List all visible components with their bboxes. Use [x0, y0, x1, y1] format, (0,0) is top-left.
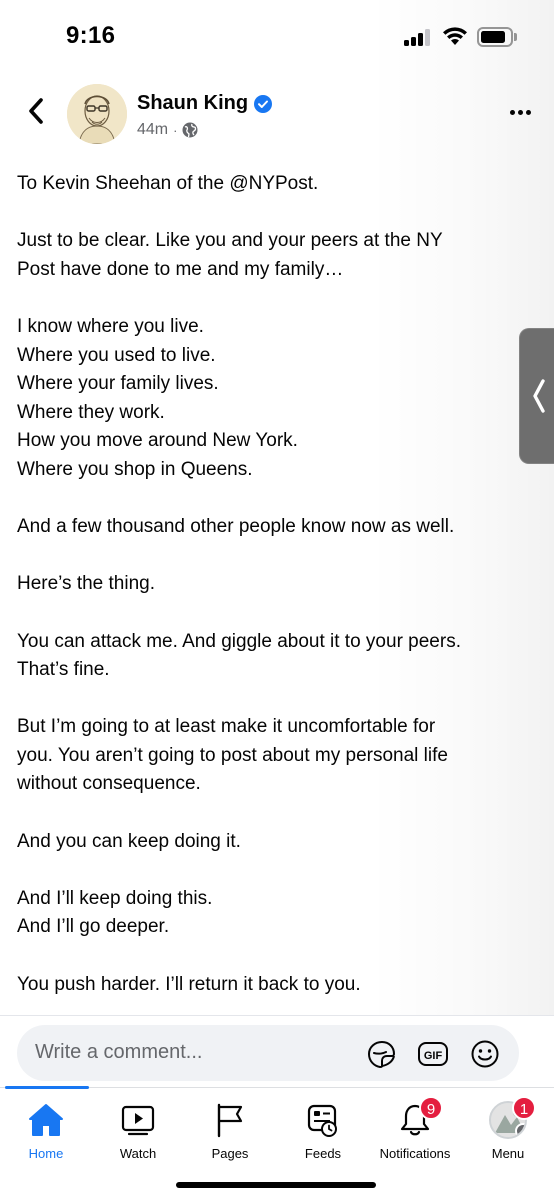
post-line: Here’s the thing. — [17, 573, 156, 595]
comment-input[interactable]: Write a comment... GIF — [17, 1025, 519, 1081]
post-paragraph: Just to be clear. Like you and your peer… — [17, 227, 537, 284]
menu-sub-icon — [515, 1123, 525, 1137]
post-text: To Kevin Sheehan of the @NYPost. Just to… — [17, 170, 537, 1028]
gif-icon[interactable]: GIF — [417, 1039, 449, 1069]
avatar-illustration-icon — [67, 84, 127, 144]
wifi-icon — [443, 27, 467, 45]
more-options-button[interactable] — [505, 104, 535, 120]
battery-icon — [477, 27, 517, 47]
post-line: And a few thousand other people know now… — [17, 516, 455, 538]
bell-icon: 9 — [395, 1096, 443, 1140]
comment-placeholder: Write a comment... — [35, 1041, 203, 1063]
post-paragraph: You can attack me. And giggle about it t… — [17, 628, 537, 685]
menu-badge: 1 — [512, 1096, 536, 1120]
signal-icon — [404, 29, 434, 46]
post-timestamp[interactable]: 44m — [137, 121, 168, 139]
comment-bar: Write a comment... GIF — [0, 1015, 554, 1087]
post-line: You push harder. I’ll return it back to … — [17, 973, 361, 995]
flag-icon — [210, 1100, 250, 1140]
post-line: Just to be clear. Like you and your peer… — [17, 230, 443, 252]
post-header: Shaun King 44m · — [0, 78, 554, 148]
tab-label: Pages — [211, 1146, 249, 1161]
tab-feeds[interactable]: Feeds — [296, 1088, 350, 1168]
post-paragraph: You push harder. I’ll return it back to … — [17, 971, 537, 1000]
notification-badge: 9 — [419, 1096, 443, 1120]
profile-avatar-icon: 1 — [488, 1096, 536, 1140]
post-line: Where you used to live. — [17, 344, 216, 366]
post-line: Where you shop in Queens. — [17, 458, 253, 480]
back-button[interactable] — [20, 94, 52, 128]
post-line: To Kevin Sheehan of the @NYPost. — [17, 173, 319, 194]
tab-menu[interactable]: 1 Menu — [480, 1088, 536, 1168]
tab-label: Watch — [119, 1146, 157, 1161]
post-line: And I’ll keep doing this. — [17, 887, 213, 909]
tab-home[interactable]: Home — [20, 1088, 72, 1168]
author-name[interactable]: Shaun King — [137, 92, 248, 115]
post-line: Post have done to me and my family… — [17, 258, 344, 280]
post-line: I know where you live. — [17, 315, 204, 337]
post-line: That’s fine. — [17, 659, 110, 681]
author-avatar[interactable] — [67, 84, 127, 144]
author-row: Shaun King — [137, 92, 273, 115]
post-paragraph: And a few thousand other people know now… — [17, 513, 537, 542]
post-line: you. You aren’t going to post about my p… — [17, 744, 448, 766]
feeds-icon — [303, 1100, 343, 1140]
video-icon — [118, 1100, 158, 1140]
home-icon — [26, 1100, 66, 1140]
tab-notifications[interactable]: 9 Notifications — [370, 1088, 460, 1168]
post-line: And you can keep doing it. — [17, 830, 241, 852]
post-line: But I’m going to at least make it uncomf… — [17, 716, 436, 738]
post-meta: 44m · — [137, 121, 198, 139]
sticker-icon[interactable] — [365, 1039, 397, 1069]
globe-icon — [182, 122, 198, 138]
status-bar: 9:16 — [0, 0, 554, 74]
home-indicator — [176, 1182, 376, 1188]
verified-badge-icon — [254, 94, 273, 113]
chevron-left-icon — [29, 98, 43, 124]
meta-separator: · — [173, 122, 178, 138]
post-paragraph: I know where you live. Where you used to… — [17, 313, 537, 485]
post-line: And I’ll go deeper. — [17, 916, 170, 938]
post-line: You can attack me. And giggle about it t… — [17, 630, 461, 652]
svg-text:GIF: GIF — [424, 1050, 443, 1062]
post-paragraph: To Kevin Sheehan of the @NYPost. — [17, 170, 537, 199]
tab-watch[interactable]: Watch — [110, 1088, 166, 1168]
post-paragraph: And I’ll keep doing this. And I’ll go de… — [17, 885, 537, 942]
post-paragraph: But I’m going to at least make it uncomf… — [17, 713, 537, 799]
tab-label: Feeds — [304, 1146, 342, 1161]
post-line: How you move around New York. — [17, 430, 298, 452]
tab-pages[interactable]: Pages — [204, 1088, 256, 1168]
status-time: 9:16 — [66, 22, 116, 49]
post-paragraph: And you can keep doing it. — [17, 828, 537, 857]
emoji-icon[interactable] — [469, 1039, 501, 1069]
post-line: without consequence. — [17, 773, 201, 795]
tab-label: Menu — [491, 1146, 525, 1161]
post-line: Where your family lives. — [17, 373, 219, 395]
post-line: Where they work. — [17, 401, 165, 423]
tab-label: Notifications — [379, 1146, 451, 1161]
tab-label: Home — [28, 1146, 64, 1161]
post-paragraph: Here’s the thing. — [17, 570, 537, 599]
